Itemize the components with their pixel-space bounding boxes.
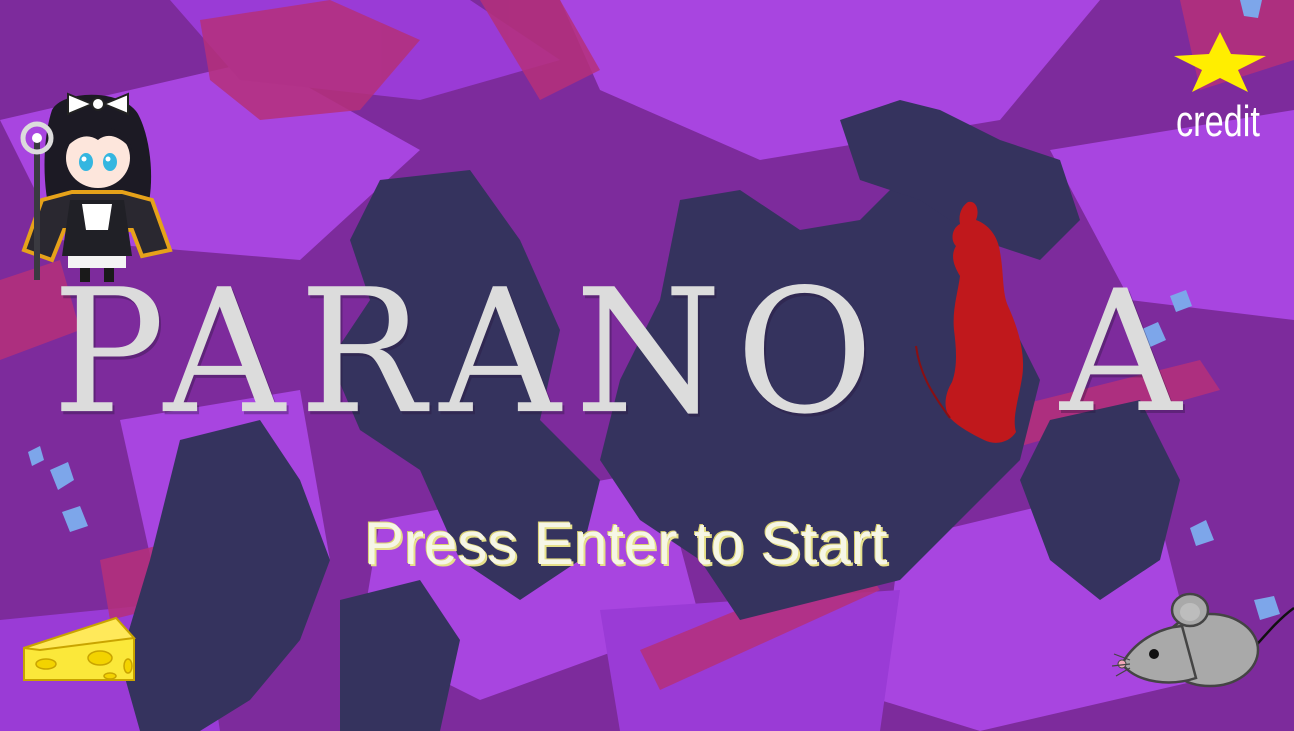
credit-button[interactable]: credit bbox=[1176, 100, 1260, 144]
game-title: PARANO bbox=[52, 252, 888, 452]
press-enter-prompt: Press Enter to Start bbox=[364, 510, 888, 577]
red-mouse-silhouette-icon bbox=[915, 201, 1024, 443]
mouse-icon bbox=[1112, 592, 1294, 688]
star-icon[interactable] bbox=[1170, 30, 1270, 94]
title-screen: PARANO A Press Enter to Start credit bbox=[0, 0, 1294, 731]
cheese-icon bbox=[23, 616, 137, 681]
chibi-character-icon bbox=[20, 92, 173, 282]
game-title-last-letter: A bbox=[1060, 254, 1182, 450]
